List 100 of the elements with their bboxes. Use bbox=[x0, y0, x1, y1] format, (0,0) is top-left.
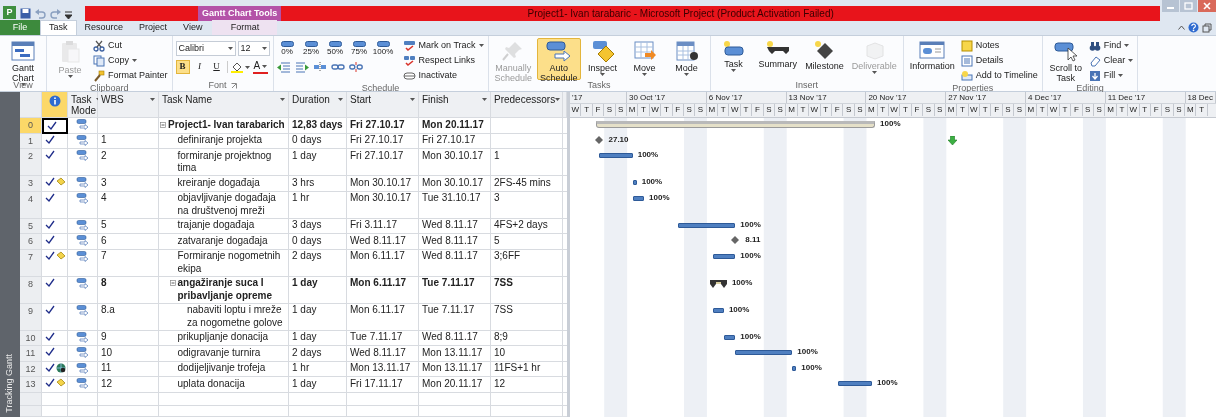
day-label: T bbox=[581, 104, 593, 116]
ribbon-button[interactable]: Add to Timeline bbox=[959, 68, 1039, 83]
row-number[interactable]: 4 bbox=[20, 191, 42, 219]
row-number[interactable]: 3 bbox=[20, 176, 42, 192]
percent-complete-button[interactable]: 100% bbox=[372, 41, 394, 56]
ribbon-button[interactable]: Gantt Chart bbox=[3, 38, 43, 80]
undo-icon[interactable] bbox=[35, 8, 46, 19]
ribbon-button[interactable]: Mark on Track bbox=[401, 38, 485, 53]
column-header[interactable]: WBS bbox=[98, 92, 159, 118]
percent-complete-button[interactable]: 25% bbox=[300, 41, 322, 56]
column-header[interactable]: Start bbox=[347, 92, 419, 118]
day-label: W bbox=[570, 104, 582, 116]
ribbon-tab[interactable]: File bbox=[0, 20, 40, 35]
ribbon-button[interactable]: Move bbox=[624, 38, 665, 80]
row-number[interactable]: 0 bbox=[20, 118, 42, 134]
week-label: 18 Dec bbox=[1185, 92, 1216, 103]
highlight-button[interactable] bbox=[230, 60, 250, 74]
row-number[interactable]: 9 bbox=[20, 303, 42, 331]
indent-icon[interactable] bbox=[294, 61, 309, 73]
column-header[interactable]: Duration bbox=[289, 92, 347, 118]
ribbon-button[interactable]: Inspect bbox=[582, 38, 623, 80]
ribbon-button[interactable]: Find bbox=[1087, 38, 1135, 53]
chevron-up-icon[interactable] bbox=[1178, 25, 1185, 30]
ribbon-button[interactable]: Copy bbox=[92, 53, 169, 68]
ribbon-button[interactable]: Respect Links bbox=[401, 53, 485, 68]
day-label: F bbox=[752, 104, 764, 116]
ribbon-tab[interactable]: Resource bbox=[76, 20, 132, 35]
column-header[interactable]: Task Mode bbox=[68, 92, 98, 118]
app-logo[interactable]: P bbox=[3, 6, 16, 19]
percent-complete-button[interactable]: 0% bbox=[276, 41, 298, 56]
day-label: S bbox=[683, 104, 696, 116]
ribbon-button[interactable]: Milestone bbox=[802, 38, 847, 80]
ribbon-button[interactable]: Task bbox=[713, 38, 754, 80]
ribbon-button[interactable]: Scroll to Task bbox=[1045, 38, 1086, 80]
save-icon[interactable] bbox=[20, 8, 31, 19]
finish-date: Mon 20.11.17 bbox=[422, 118, 484, 130]
row-number[interactable]: 8 bbox=[20, 276, 42, 304]
bar-check-icon bbox=[402, 39, 416, 52]
launcher-icon[interactable] bbox=[230, 82, 237, 89]
day-label: T bbox=[661, 104, 673, 116]
chain-icon[interactable] bbox=[330, 61, 345, 73]
bold-button[interactable]: B bbox=[175, 60, 190, 74]
font-name-field[interactable]: Calibri bbox=[175, 41, 236, 56]
clipboard-icon bbox=[59, 40, 81, 64]
help-icon[interactable] bbox=[1188, 22, 1199, 33]
customize-icon[interactable] bbox=[65, 11, 72, 19]
ribbon-button[interactable]: Information bbox=[906, 38, 958, 80]
bar-arrow-icon bbox=[76, 192, 89, 204]
binoculars-icon bbox=[1088, 39, 1101, 52]
selection-frame[interactable] bbox=[42, 118, 68, 134]
ribbon-button[interactable]: Format Painter bbox=[92, 68, 169, 83]
day-label: S bbox=[763, 104, 776, 116]
column-header[interactable]: Finish bbox=[419, 92, 491, 118]
broken-chain-icon[interactable] bbox=[348, 61, 363, 73]
ribbon-button[interactable]: Details bbox=[959, 53, 1039, 68]
task-name: definiranje projekta bbox=[177, 134, 262, 147]
ribbon-button[interactable]: Cut bbox=[92, 38, 169, 53]
ribbon-tab[interactable]: Project bbox=[131, 20, 176, 35]
redo-icon[interactable] bbox=[50, 8, 61, 19]
ribbon-tab[interactable]: View bbox=[175, 20, 211, 35]
ribbon-button[interactable]: Summary bbox=[755, 38, 801, 80]
ribbon-button[interactable]: Notes bbox=[959, 38, 1039, 53]
scissors-icon bbox=[93, 39, 105, 52]
percent-complete-button[interactable]: 50% bbox=[324, 41, 346, 56]
ribbon-button[interactable]: Clear bbox=[1087, 53, 1135, 68]
ribbon-button[interactable]: Fill bbox=[1087, 68, 1135, 83]
row-number[interactable]: 11 bbox=[20, 346, 42, 362]
ribbon-tab[interactable]: Task bbox=[40, 20, 77, 35]
row-number[interactable]: 13 bbox=[20, 377, 42, 393]
day-label: M bbox=[786, 104, 798, 116]
italic-button[interactable]: I bbox=[192, 60, 207, 74]
ribbon-button[interactable]: Inactivate bbox=[401, 68, 485, 83]
ribbon-tab[interactable]: Format bbox=[212, 20, 278, 35]
ribbon-button[interactable]: Mode bbox=[666, 38, 707, 80]
row-number[interactable]: 7 bbox=[20, 249, 42, 277]
window-restore-icon[interactable] bbox=[1202, 22, 1212, 33]
column-header[interactable]: Predecessors bbox=[491, 92, 563, 118]
predecessors: 11FS+1 hr bbox=[494, 362, 541, 373]
duration: 3 days bbox=[292, 219, 322, 230]
column-header[interactable] bbox=[42, 92, 68, 118]
minimize-icon[interactable] bbox=[1162, 0, 1179, 12]
close-icon[interactable] bbox=[1198, 0, 1216, 12]
percent-complete-button[interactable]: 75% bbox=[348, 41, 370, 56]
collapse-icon[interactable] bbox=[169, 280, 176, 286]
day-label: T bbox=[1139, 104, 1151, 116]
row-number[interactable]: 2 bbox=[20, 149, 42, 176]
font-color-button[interactable]: A bbox=[252, 60, 269, 74]
wbs-code: 1 bbox=[101, 134, 107, 145]
split-icon[interactable] bbox=[312, 61, 327, 73]
wbs-code: 8 bbox=[101, 277, 107, 288]
row-number[interactable]: 6 bbox=[20, 234, 42, 250]
day-label: S bbox=[1002, 104, 1015, 116]
font-size-field[interactable]: 12 bbox=[237, 41, 270, 56]
underline-button[interactable]: U bbox=[209, 60, 224, 74]
outdent-icon[interactable] bbox=[276, 61, 291, 73]
column-header[interactable]: Task Name bbox=[159, 92, 289, 118]
ribbon-button[interactable]: Auto Schedule bbox=[537, 38, 581, 80]
start-date: Fri 17.11.17 bbox=[350, 377, 403, 389]
table-cell bbox=[419, 405, 491, 417]
collapse-icon[interactable] bbox=[160, 121, 166, 128]
